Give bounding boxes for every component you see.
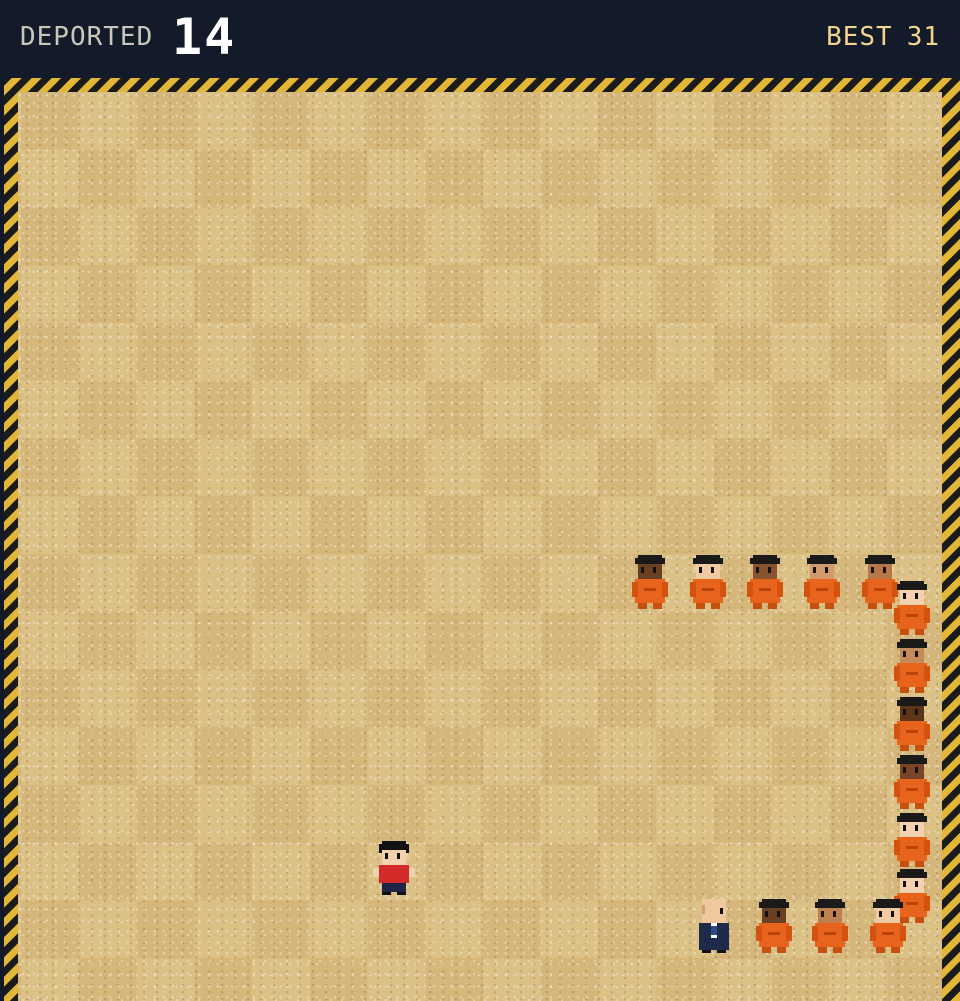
score-value: 14 (172, 8, 237, 66)
best-score: BEST 31 (826, 22, 940, 52)
hud-bar: DEPORTED 14 BEST 31 (0, 0, 960, 78)
prisoner-13 (806, 896, 854, 956)
score-label: DEPORTED (20, 22, 154, 52)
game-field[interactable] (18, 92, 942, 1001)
prisoner-2 (684, 552, 732, 612)
prisoner-6 (888, 578, 936, 638)
prisoner-1 (626, 552, 674, 612)
agent-in-suit (690, 896, 738, 956)
prisoner-4 (798, 552, 846, 612)
prisoner-3 (741, 552, 789, 612)
best-label: BEST (826, 22, 893, 52)
prisoner-12 (864, 896, 912, 956)
best-value: 31 (906, 22, 940, 52)
player-character (370, 838, 418, 898)
prisoner-9 (888, 752, 936, 812)
prisoner-14 (750, 896, 798, 956)
prisoner-8 (888, 694, 936, 754)
prisoner-7 (888, 636, 936, 696)
prisoner-10 (888, 810, 936, 870)
sand-texture (18, 92, 942, 1001)
